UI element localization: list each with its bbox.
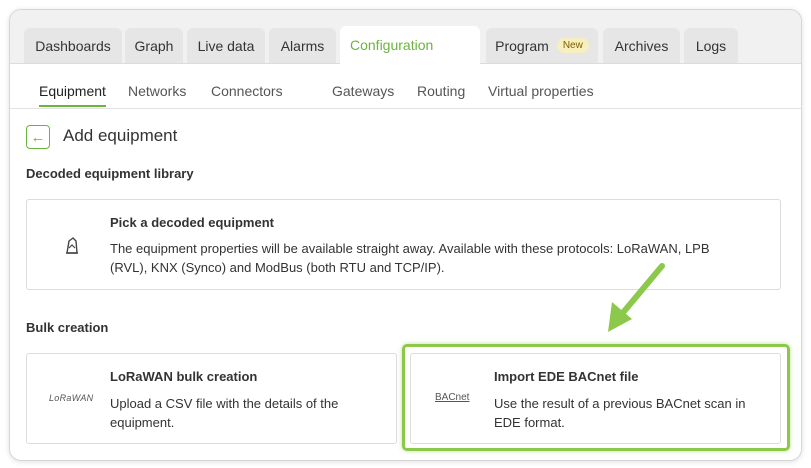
bacnet-import-card[interactable]: BACnet Import EDE BACnet file Use the re… xyxy=(410,353,781,444)
tab-label: Alarms xyxy=(280,37,325,54)
sub-nav: Equipment Networks Connectors Gateways R… xyxy=(10,64,801,109)
app-window: Dashboards Graph Live data Alarms Config… xyxy=(9,9,802,461)
tab-label: Configuration xyxy=(350,37,434,53)
tab-alarms[interactable]: Alarms xyxy=(269,28,336,63)
card-description: The equipment properties will be availab… xyxy=(110,241,710,275)
tab-label: Dashboards xyxy=(35,37,111,54)
tab-label: Archives xyxy=(614,37,669,54)
tab-label: Program xyxy=(495,37,549,54)
subtab-connectors[interactable]: Connectors xyxy=(211,83,283,99)
tab-label: Logs xyxy=(695,37,727,54)
card-description: Upload a CSV file with the details of th… xyxy=(110,396,339,430)
main-tab-bar: Dashboards Graph Live data Alarms Config… xyxy=(10,10,801,64)
pick-decoded-equipment-card[interactable]: Pick a decoded equipment The equipment p… xyxy=(26,199,781,290)
arrow-left-icon: ← xyxy=(30,128,46,146)
tab-logs[interactable]: Logs xyxy=(684,28,738,63)
subtab-networks[interactable]: Networks xyxy=(128,83,186,99)
tab-label: Graph xyxy=(134,37,174,54)
card-title: Pick a decoded equipment xyxy=(110,215,274,230)
tab-program[interactable]: Program New xyxy=(486,28,598,63)
tab-label: Live data xyxy=(197,37,255,54)
back-button[interactable]: ← xyxy=(26,125,50,149)
tab-configuration[interactable]: Configuration xyxy=(340,26,480,64)
bacnet-logo: BACnet xyxy=(435,392,470,403)
page-title: Add equipment xyxy=(63,126,178,145)
card-title: Import EDE BACnet file xyxy=(494,369,639,384)
subtab-gateways[interactable]: Gateways xyxy=(332,83,394,99)
section-title-bulk: Bulk creation xyxy=(26,320,109,335)
subtab-equipment[interactable]: Equipment xyxy=(39,83,106,107)
library-icon xyxy=(63,236,81,256)
lorawan-logo: LoRaWAN xyxy=(49,393,94,403)
lorawan-bulk-card[interactable]: LoRaWAN LoRaWAN bulk creation Upload a C… xyxy=(26,353,397,444)
card-title: LoRaWAN bulk creation xyxy=(110,369,258,384)
section-title-library: Decoded equipment library xyxy=(26,166,194,181)
new-badge: New xyxy=(556,38,589,53)
tab-graph[interactable]: Graph xyxy=(125,28,183,63)
card-description: Use the result of a previous BACnet scan… xyxy=(494,396,746,430)
subtab-routing[interactable]: Routing xyxy=(417,83,465,99)
subtab-virtual-properties[interactable]: Virtual properties xyxy=(488,83,594,99)
tab-dashboards[interactable]: Dashboards xyxy=(24,28,122,63)
tab-live-data[interactable]: Live data xyxy=(187,28,265,63)
tab-archives[interactable]: Archives xyxy=(603,28,680,63)
